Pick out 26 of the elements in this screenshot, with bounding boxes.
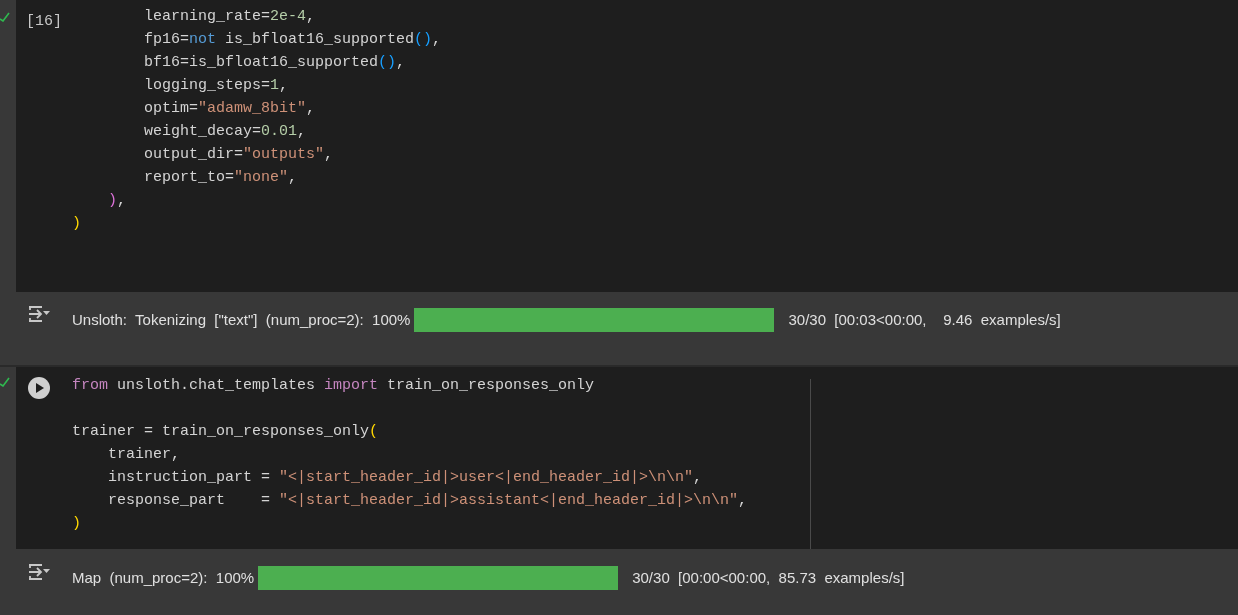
code-line: ), <box>108 192 127 209</box>
code-line: trainer, <box>108 446 180 463</box>
code-line: from unsloth.chat_templates import train_on_responses_only <box>72 377 595 394</box>
run-button[interactable] <box>28 377 50 399</box>
progress-stats: 30/30 [00:00<00:00, 85.73 examples/s] <box>632 568 905 588</box>
code-line: ) <box>72 515 81 532</box>
code-line: learning_rate=2e-4, <box>144 8 316 25</box>
code-line: logging_steps=1, <box>144 77 289 94</box>
output-toggle-icon[interactable] <box>28 563 50 581</box>
code-line: weight_decay=0.01, <box>144 123 307 140</box>
code-line: trainer = train_on_responses_only( <box>72 423 379 440</box>
code-line: report_to="none", <box>144 169 298 186</box>
code-line: bf16=is_bfloat16_supported(), <box>144 54 406 71</box>
check-icon <box>0 12 10 22</box>
progress-stats: 30/30 [00:03<00:00, 9.46 examples/s] <box>788 310 1061 330</box>
code-line: output_dir="outputs", <box>144 146 334 163</box>
output-toggle-icon[interactable] <box>28 305 50 323</box>
check-icon <box>0 377 10 387</box>
progress-label: Map (num_proc=2): 100% <box>72 568 255 588</box>
progress-label: Unsloth: Tokenizing ["text"] (num_proc=2): 100% <box>72 310 411 330</box>
code-line: ) <box>72 215 81 232</box>
code-line: instruction_part = "<|start_header_id|>user<|end_header_id|>\n\n", <box>108 469 703 486</box>
code-line: response_part = "<|start_header_id|>assistant<|end_header_id|>\n\n", <box>108 492 748 509</box>
code-line: optim="adamw_8bit", <box>144 100 316 117</box>
execution-count: [16] <box>26 13 62 32</box>
code-line: fp16=not is_bfloat16_supported(), <box>144 31 442 48</box>
